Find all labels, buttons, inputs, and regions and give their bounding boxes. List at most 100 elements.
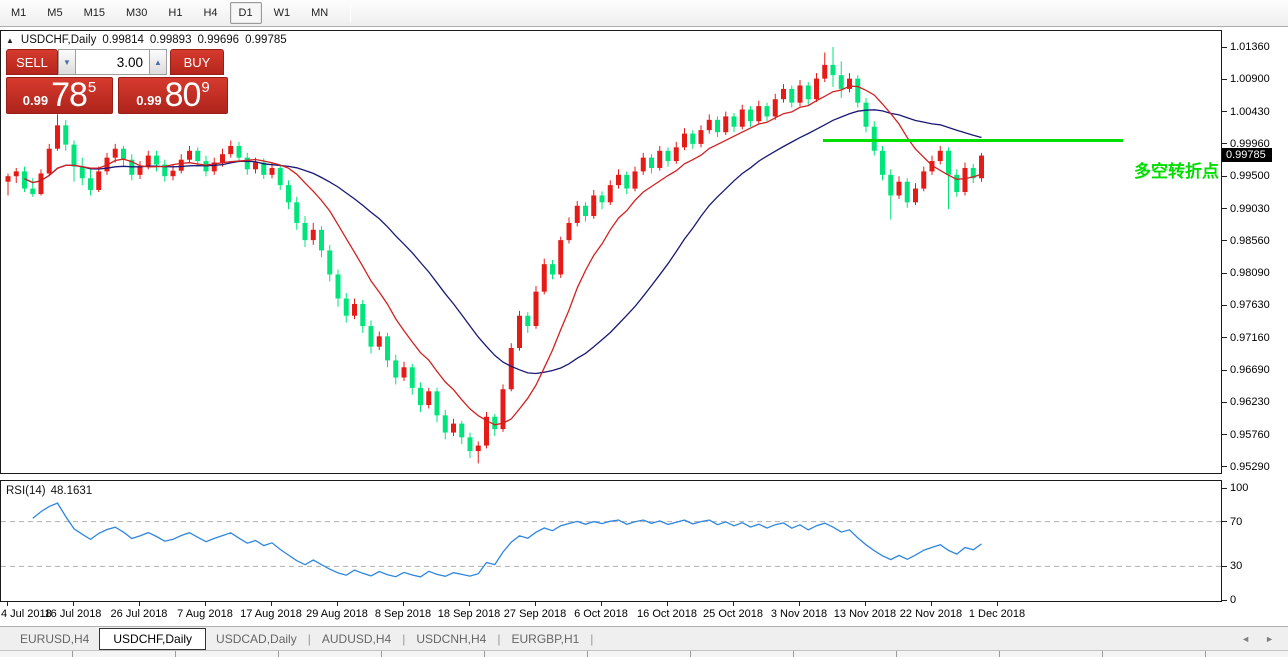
rsi-axis-tick: [1222, 521, 1227, 522]
rsi-indicator-value: 48.1631: [51, 485, 93, 497]
candle-body: [47, 149, 52, 174]
price-axis-label: 1.00430: [1230, 106, 1270, 118]
tab-eurusd-h4[interactable]: EURUSD,H4: [10, 629, 99, 649]
candle-body: [30, 189, 35, 194]
price-axis-label: 0.98560: [1230, 235, 1270, 247]
candle-body: [360, 304, 365, 326]
buy-button[interactable]: BUY: [170, 49, 224, 75]
date-axis-label: 16 Jul 2018: [40, 608, 106, 620]
collapse-panel-icon[interactable]: ▲: [6, 36, 14, 45]
price-axis-label: 0.98090: [1230, 267, 1270, 279]
candle-body: [723, 116, 728, 132]
ma-fast-line: [25, 86, 982, 425]
timeframe-button-m5[interactable]: M5: [38, 2, 71, 24]
candle-body: [6, 176, 11, 181]
timeframe-button-h1[interactable]: H1: [159, 2, 191, 24]
sell-button[interactable]: SELL: [6, 49, 58, 75]
date-axis-label: 13 Nov 2018: [832, 608, 898, 620]
volume-decrease-button[interactable]: ▼: [58, 49, 76, 75]
candle-body: [443, 415, 448, 432]
candle-body: [294, 202, 299, 223]
candle-body: [740, 110, 745, 127]
chart-tab-bar: EURUSD,H4USDCHF,DailyUSDCAD,Daily|AUDUSD…: [0, 626, 1288, 650]
rsi-axis-label: 70: [1230, 516, 1242, 528]
candle-body: [410, 367, 415, 388]
sell-price-pip: 5: [88, 79, 96, 96]
candle-body: [476, 446, 481, 451]
date-axis-tick: [601, 602, 602, 606]
candle-body: [789, 89, 794, 103]
candle-body: [492, 417, 497, 429]
candle-body: [707, 120, 712, 130]
price-axis-label: 0.99500: [1230, 170, 1270, 182]
timeframe-button-h4[interactable]: H4: [194, 2, 226, 24]
price-axis-label: 0.97630: [1230, 299, 1270, 311]
sell-quote-button[interactable]: 0.99 78 5: [6, 77, 113, 114]
candle-body: [732, 116, 737, 126]
date-axis-tick: [403, 602, 404, 606]
date-axis-label: 7 Aug 2018: [172, 608, 238, 620]
candle-body: [195, 151, 200, 161]
tab-usdchf-daily[interactable]: USDCHF,Daily: [99, 628, 206, 650]
ohlc-low: 0.99696: [197, 34, 239, 46]
candle-body: [402, 367, 407, 377]
status-bar: [0, 650, 1288, 657]
buy-quote-button[interactable]: 0.99 80 9: [118, 77, 228, 114]
candle-body: [624, 175, 629, 189]
tab-audusd-h4[interactable]: AUDUSD,H4: [312, 629, 401, 649]
candle-body: [468, 437, 473, 451]
sell-price-prefix: 0.99: [23, 93, 48, 108]
tab-usdcnh-h4[interactable]: USDCNH,H4: [406, 629, 496, 649]
volume-field[interactable]: 3.00: [76, 49, 149, 75]
date-axis-label: 17 Aug 2018: [238, 608, 304, 620]
price-axis-label: 0.97160: [1230, 332, 1270, 344]
candle-body: [88, 178, 93, 190]
candle-body: [171, 171, 176, 176]
price-pane[interactable]: ▲ USDCHF,Daily 0.99814 0.99893 0.99696 0…: [0, 30, 1222, 474]
date-axis-label: 26 Jul 2018: [106, 608, 172, 620]
price-axis-tick: [1222, 47, 1227, 48]
date-axis-tick: [139, 602, 140, 606]
price-axis-tick: [1222, 240, 1227, 241]
candle-body: [765, 106, 770, 116]
rsi-pane[interactable]: RSI(14) 48.1631: [0, 480, 1222, 602]
candle-body: [649, 158, 654, 168]
candle-body: [946, 151, 951, 175]
candle-body: [921, 171, 926, 188]
candle-body: [393, 360, 398, 377]
candle-body: [517, 316, 522, 348]
candle-body: [435, 391, 440, 415]
tab-usdcad-daily[interactable]: USDCAD,Daily: [206, 629, 307, 649]
timeframe-button-m15[interactable]: M15: [75, 2, 114, 24]
volume-increase-button[interactable]: ▲: [149, 49, 167, 75]
candle-body: [154, 156, 159, 165]
annotation-text[interactable]: 多空转折点: [1121, 157, 1219, 182]
candle-body: [352, 304, 357, 316]
timeframe-button-m1[interactable]: M1: [2, 2, 35, 24]
tab-scroll-right-icon[interactable]: ►: [1265, 634, 1274, 644]
date-axis-tick: [73, 602, 74, 606]
candle-body: [63, 125, 68, 144]
price-axis-label: 0.96690: [1230, 364, 1270, 376]
timeframe-button-d1[interactable]: D1: [230, 2, 262, 24]
price-axis-label: 0.95290: [1230, 461, 1270, 473]
timeframe-button-w1[interactable]: W1: [265, 2, 300, 24]
candle-body: [583, 206, 588, 216]
candle-body: [666, 151, 671, 161]
timeframe-button-mn[interactable]: MN: [302, 2, 337, 24]
price-axis-tick: [1222, 208, 1227, 209]
candle-body: [245, 158, 250, 170]
tab-eurgbp-h1[interactable]: EURGBP,H1: [501, 629, 589, 649]
timeframe-button-m30[interactable]: M30: [117, 2, 156, 24]
date-axis-label: 29 Aug 2018: [304, 608, 370, 620]
candle-body: [228, 146, 233, 154]
date-axis-tick: [7, 602, 8, 606]
tab-scroll-left-icon[interactable]: ◄: [1241, 634, 1250, 644]
rsi-axis-tick: [1222, 600, 1227, 601]
tab-separator: |: [308, 632, 311, 646]
candle-body: [558, 240, 563, 274]
date-axis-label: 8 Sep 2018: [370, 608, 436, 620]
candle-body: [369, 326, 374, 347]
rsi-axis-label: 100: [1230, 482, 1248, 494]
date-axis-tick: [337, 602, 338, 606]
